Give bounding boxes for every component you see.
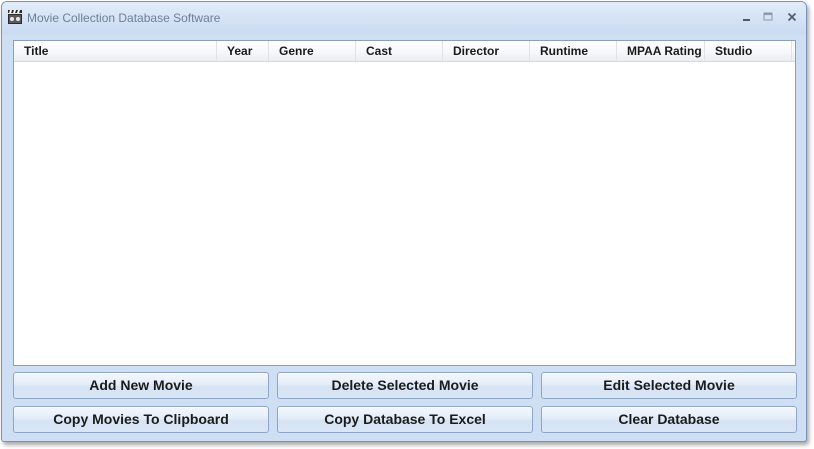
clear-database-button[interactable]: Clear Database: [541, 406, 797, 433]
list-header: Title Year Genre Cast Director Runtime M…: [14, 41, 795, 62]
column-header-mpaa-rating[interactable]: MPAA Rating: [617, 41, 705, 61]
app-window: Movie Collection Database Software Title…: [1, 1, 807, 442]
window-title: Movie Collection Database Software: [27, 11, 221, 25]
add-new-movie-button[interactable]: Add New Movie: [13, 372, 269, 399]
title-bar[interactable]: Movie Collection Database Software: [2, 2, 806, 34]
copy-movies-to-clipboard-button[interactable]: Copy Movies To Clipboard: [13, 406, 269, 433]
column-header-studio[interactable]: Studio: [705, 41, 792, 61]
column-header-cast[interactable]: Cast: [356, 41, 443, 61]
copy-database-to-excel-button[interactable]: Copy Database To Excel: [277, 406, 533, 433]
column-header-director[interactable]: Director: [443, 41, 530, 61]
film-clapper-icon[interactable]: [7, 9, 23, 25]
column-header-genre[interactable]: Genre: [269, 41, 356, 61]
column-header-runtime[interactable]: Runtime: [530, 41, 617, 61]
movie-list[interactable]: Title Year Genre Cast Director Runtime M…: [13, 40, 796, 366]
minimize-icon[interactable]: [738, 8, 756, 26]
delete-selected-movie-button[interactable]: Delete Selected Movie: [277, 372, 533, 399]
close-icon[interactable]: [783, 8, 801, 26]
maximize-icon[interactable]: [759, 8, 777, 26]
edit-selected-movie-button[interactable]: Edit Selected Movie: [541, 372, 797, 399]
list-body[interactable]: [14, 62, 795, 365]
column-header-title[interactable]: Title: [14, 41, 217, 61]
column-header-year[interactable]: Year: [217, 41, 269, 61]
